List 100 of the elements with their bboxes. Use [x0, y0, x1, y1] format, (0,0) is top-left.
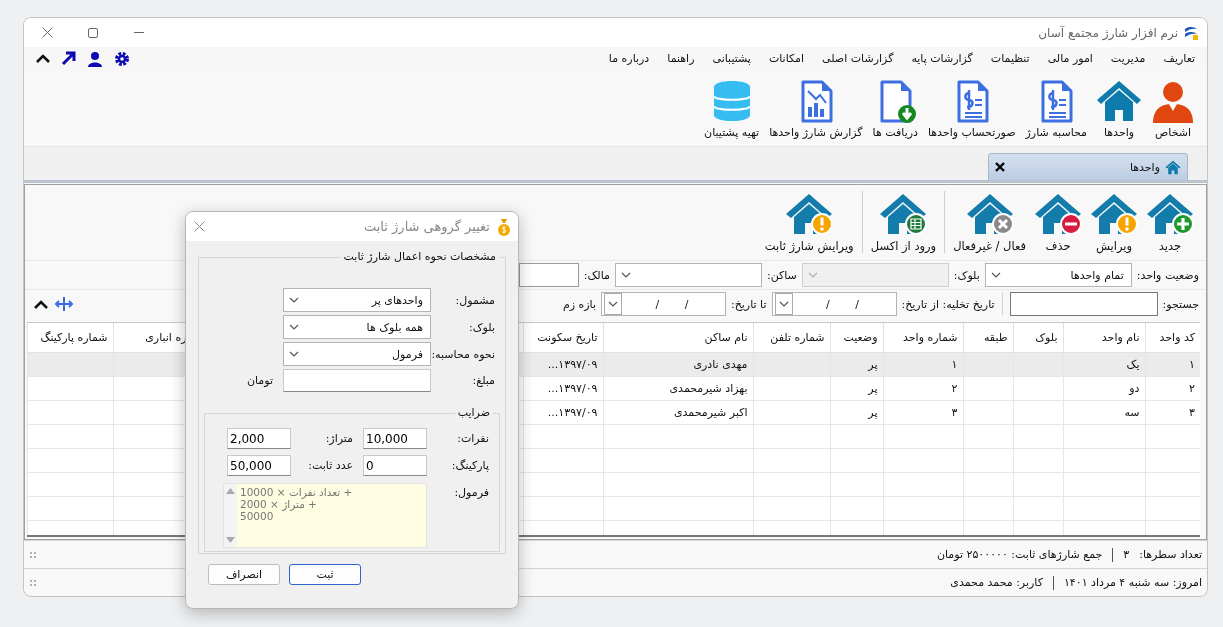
chevron-down-icon	[289, 351, 299, 357]
column-header: شماره واحد	[883, 323, 963, 353]
toolbar-button[interactable]: ورود از اکسل	[866, 192, 941, 253]
dropdown[interactable]: تمام واحدها	[984, 263, 1132, 287]
chevron-up-icon[interactable]	[34, 299, 48, 309]
input-field[interactable]: 50,000	[227, 455, 291, 476]
menu-item[interactable]: مدیریت	[1101, 52, 1155, 65]
row-count-label: تعداد سطرها:	[1139, 548, 1202, 561]
table-cell: اکبر شیرمحمدی	[603, 400, 753, 425]
menu-item[interactable]: تنظیمات	[981, 52, 1039, 65]
input-field[interactable]: 10,000	[363, 428, 427, 449]
house-icon	[1165, 159, 1181, 175]
field-label: مشمول:	[454, 293, 496, 307]
chevron-down-icon	[778, 301, 789, 307]
menu-item[interactable]: درباره ما	[599, 52, 659, 65]
field-label: تاریخ تخلیه: از تاریخ:	[901, 297, 995, 311]
dialog-button[interactable]: ثبت	[289, 564, 361, 585]
menu-item[interactable]: پشتیبانی	[703, 52, 760, 65]
chevron-down-icon	[990, 272, 1001, 278]
input-field[interactable]: 0	[363, 455, 427, 476]
table-cell: ۲	[883, 376, 963, 401]
input-field[interactable]	[283, 369, 431, 392]
ribbon-button[interactable]: محاسبه شارژ	[1021, 79, 1091, 139]
ribbon-button[interactable]: دریافت ها	[868, 79, 922, 139]
field-label: عدد ثابت:	[307, 459, 354, 472]
search-field[interactable]	[1009, 292, 1158, 316]
chevron-down-icon	[620, 272, 631, 278]
menu-item[interactable]: راهنما	[658, 52, 704, 65]
input-field[interactable]: 2,000	[227, 428, 291, 449]
total-charges: جمع شارژهای ثابت: ۲۵۰۰۰۰۰ تومان	[936, 548, 1103, 561]
move-icon[interactable]	[54, 296, 74, 312]
field-label: بلوک:	[468, 320, 496, 334]
dropdown[interactable]: واحدهای پر	[283, 288, 431, 312]
resize-grip-icon	[29, 578, 37, 587]
column-header: نام ساکن	[603, 323, 753, 353]
field-label: جستجو:	[1162, 297, 1199, 311]
chevron-down-icon	[289, 297, 299, 303]
chevron-up-icon[interactable]	[36, 54, 50, 63]
dropdown[interactable]	[614, 263, 762, 287]
menu-item[interactable]: گزارشات پایه	[902, 52, 982, 65]
resize-grip-icon	[29, 550, 37, 559]
user-icon[interactable]	[87, 50, 103, 67]
column-header: شماره پارکینگ	[27, 323, 113, 353]
table-cell: ۱۳۹۷/۰۹...	[523, 352, 603, 377]
toolbar-button[interactable]: فعال / غیرفعال	[949, 192, 1030, 253]
group-title: ضرایب	[454, 406, 493, 419]
house-icon	[1097, 79, 1141, 123]
column-header: کد واحد	[1145, 323, 1200, 353]
date-field[interactable]: / /	[771, 292, 897, 316]
field-label: متراژ:	[324, 432, 354, 445]
table-cell: پر	[830, 376, 883, 401]
ribbon-button[interactable]: گزارش شارژ واحدها	[765, 79, 867, 139]
menu-item[interactable]: امور مالی	[1038, 52, 1102, 65]
table-cell: سه	[1063, 400, 1145, 425]
chevron-down-icon	[289, 324, 299, 330]
table-cell: بهزاد شیرمحمدی	[603, 376, 753, 401]
field-label: ساکن:	[766, 268, 797, 282]
table-cell: دو	[1063, 376, 1145, 401]
ribbon-button[interactable]: صورتحساب واحدها	[923, 79, 1020, 139]
field-label: مالک:	[583, 268, 610, 282]
toolbar-button[interactable]: جدید	[1142, 192, 1198, 253]
house-cross-icon	[965, 192, 1014, 235]
toolbar-button[interactable]: ویرایش	[1086, 192, 1142, 253]
ribbon-button[interactable]: تهیه پشتیبان	[700, 79, 764, 139]
toolbar-button[interactable]: ویرایش شارژ ثابت	[760, 192, 858, 253]
field-label: وضعیت واحد:	[1136, 268, 1199, 282]
house-plus-icon	[1146, 192, 1194, 235]
table-cell: ۳	[1145, 400, 1200, 425]
close-icon[interactable]	[995, 162, 1005, 172]
ribbon-button[interactable]: واحدها	[1093, 79, 1145, 139]
menu-item[interactable]: تعاریف	[1154, 52, 1204, 65]
table-cell: ۳	[883, 400, 963, 425]
menu-item[interactable]: گزارشات اصلی	[813, 52, 903, 65]
menu-item[interactable]: امکانات	[759, 52, 814, 65]
dropdown[interactable]: فرمول	[283, 342, 431, 366]
tab[interactable]: واحدها	[988, 153, 1188, 180]
toolbar-button[interactable]: حذف	[1030, 192, 1086, 253]
date-field[interactable]: / /	[601, 292, 726, 316]
arrow-icon[interactable]	[61, 51, 76, 66]
chevron-down-icon	[608, 301, 618, 307]
field-label: تا تاریخ:	[731, 297, 767, 311]
app-logo-icon	[1183, 24, 1199, 41]
table-cell: ۱	[1145, 352, 1200, 377]
group-title: مشخصات نحوه اعمال شارژ ثابت	[340, 250, 499, 263]
dialog-title: تغییر گروهی شارژ ثابت	[364, 219, 490, 234]
field-label: پارکینگ:	[450, 459, 490, 472]
window-title: نرم افزار شارژ مجتمع آسان	[1038, 25, 1178, 40]
dialog-button[interactable]: انصراف	[208, 564, 280, 585]
house-warning-icon	[1090, 192, 1138, 235]
settings-icon[interactable]	[114, 50, 130, 67]
house-minus-icon	[1034, 192, 1082, 235]
ribbon-button[interactable]: اشخاص	[1147, 79, 1199, 139]
today-date: امروز: سه شنبه ۴ مرداد ۱۴۰۱	[1063, 576, 1202, 589]
dropdown[interactable]: همه بلوک ها	[283, 315, 431, 339]
table-cell: ۱	[883, 352, 963, 377]
minimize-icon	[134, 31, 144, 34]
row-count: ۳	[1123, 548, 1130, 561]
person-icon	[1151, 79, 1195, 123]
input-field[interactable]	[518, 263, 579, 287]
close-icon	[41, 27, 53, 38]
